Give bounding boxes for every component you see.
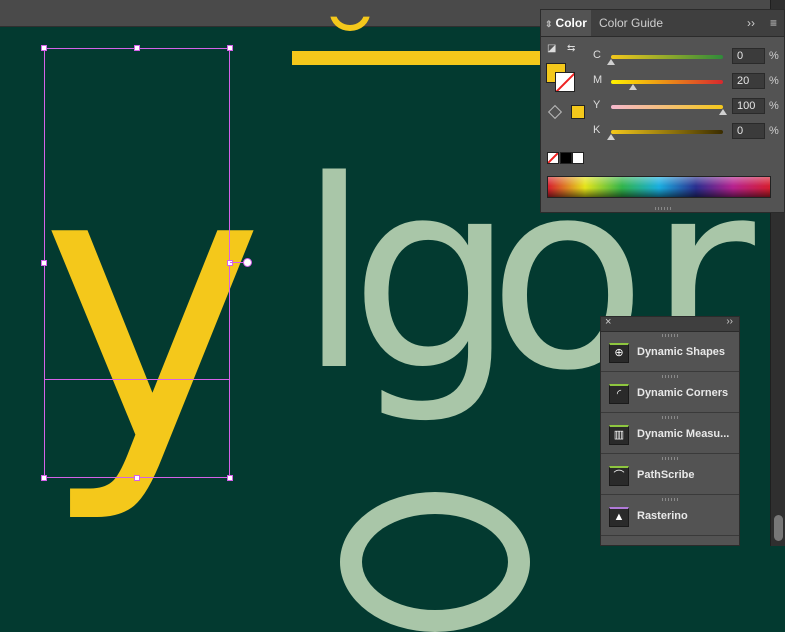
dynamic-corners-icon: ◜ bbox=[609, 384, 629, 404]
updown-arrows-icon: ⇕ bbox=[545, 19, 553, 29]
plugin-item-label: Dynamic Shapes bbox=[637, 346, 726, 358]
black-input[interactable]: 0 bbox=[732, 123, 765, 139]
slider-track-black[interactable] bbox=[611, 130, 723, 134]
handle-middle-right[interactable] bbox=[227, 260, 233, 266]
sage-arc-shape[interactable] bbox=[340, 492, 530, 632]
slider-thumb-magenta[interactable] bbox=[629, 84, 638, 90]
handle-top-center[interactable] bbox=[134, 45, 140, 51]
hamburger-icon[interactable]: ≡ bbox=[770, 10, 777, 36]
slider-label-cyan: C bbox=[593, 49, 601, 61]
plugin-item-label: PathScribe bbox=[637, 469, 695, 481]
dynamic-measure-icon: ▥ bbox=[609, 425, 629, 445]
slider-track-yellow[interactable] bbox=[611, 105, 723, 109]
slider-row-black: K 0 % bbox=[541, 123, 784, 141]
selection-bounding-box[interactable] bbox=[44, 48, 230, 478]
slider-label-magenta: M bbox=[593, 74, 603, 86]
plugin-item-gripper bbox=[662, 416, 680, 419]
plugin-item-gripper bbox=[662, 498, 680, 501]
plugin-item-label: Rasterino bbox=[637, 510, 688, 522]
rasterino-icon: ▲ bbox=[609, 507, 629, 527]
pathscribe-icon: ⌒ bbox=[609, 466, 629, 486]
color-spectrum[interactable] bbox=[547, 176, 771, 198]
color-panel: ⇕ Color Color Guide ›› ≡ ◪ ⇆ C 0 % M 20 %… bbox=[540, 9, 785, 213]
magenta-percent: % bbox=[769, 75, 779, 87]
plugin-item-dynamic-shapes[interactable]: ⊕ Dynamic Shapes bbox=[601, 331, 739, 372]
handle-top-left[interactable] bbox=[41, 45, 47, 51]
dynamic-shapes-icon: ⊕ bbox=[609, 343, 629, 363]
handle-middle-left[interactable] bbox=[41, 260, 47, 266]
plugin-item-dynamic-measure[interactable]: ▥ Dynamic Measu... bbox=[601, 413, 739, 454]
handle-top-right[interactable] bbox=[227, 45, 233, 51]
plugin-item-dynamic-corners[interactable]: ◜ Dynamic Corners bbox=[601, 372, 739, 413]
color-panel-tabbar: ⇕ Color Color Guide ›› ≡ bbox=[541, 10, 784, 37]
tab-color[interactable]: ⇕ Color bbox=[541, 10, 591, 36]
slider-thumb-yellow[interactable] bbox=[719, 109, 727, 115]
white-color-chip[interactable] bbox=[572, 152, 584, 164]
double-chevron-right-icon[interactable]: ›› bbox=[726, 316, 733, 327]
black-percent: % bbox=[769, 125, 779, 137]
handle-bottom-center[interactable] bbox=[134, 475, 140, 481]
handle-connector-line bbox=[230, 262, 244, 263]
slider-row-yellow: Y 100 % bbox=[541, 98, 784, 116]
slider-thumb-black[interactable] bbox=[607, 134, 615, 140]
slider-label-yellow: Y bbox=[593, 99, 601, 111]
plugin-item-gripper bbox=[662, 334, 680, 337]
black-color-chip[interactable] bbox=[560, 152, 572, 164]
slider-row-cyan: C 0 % bbox=[541, 48, 784, 66]
cyan-input[interactable]: 0 bbox=[732, 48, 765, 64]
slider-row-magenta: M 20 % bbox=[541, 73, 784, 91]
slider-thumb-cyan[interactable] bbox=[607, 59, 615, 65]
slider-label-black: K bbox=[593, 124, 601, 136]
yellow-input[interactable]: 100 bbox=[732, 98, 765, 114]
rotate-handle[interactable] bbox=[243, 258, 252, 267]
panel-resize-gripper[interactable] bbox=[655, 207, 673, 210]
yellow-percent: % bbox=[769, 100, 779, 112]
plugin-item-label: Dynamic Measu... bbox=[637, 428, 730, 440]
magenta-input[interactable]: 20 bbox=[732, 73, 765, 89]
text-baseline-guide bbox=[44, 379, 230, 380]
slider-track-magenta[interactable] bbox=[611, 80, 723, 84]
close-icon[interactable]: × bbox=[605, 316, 611, 328]
handle-bottom-left[interactable] bbox=[41, 475, 47, 481]
plugin-item-label: Dynamic Corners bbox=[637, 387, 729, 399]
plugin-item-gripper bbox=[662, 457, 680, 460]
plugin-panel-header: × ›› bbox=[601, 316, 739, 332]
slider-track-cyan[interactable] bbox=[611, 55, 723, 59]
plugin-item-rasterino[interactable]: ▲ Rasterino bbox=[601, 495, 739, 536]
yellow-bar-shape[interactable] bbox=[292, 51, 542, 65]
double-chevron-right-icon[interactable]: ›› bbox=[747, 10, 755, 36]
handle-bottom-right[interactable] bbox=[227, 475, 233, 481]
cyan-percent: % bbox=[769, 50, 779, 62]
none-color-chip[interactable] bbox=[547, 152, 559, 164]
plugin-item-gripper bbox=[662, 375, 680, 378]
plugin-panel: × ›› ⊕ Dynamic Shapes ◜ Dynamic Corners … bbox=[600, 316, 740, 546]
scrollbar-thumb[interactable] bbox=[774, 515, 783, 541]
plugin-item-pathscribe[interactable]: ⌒ PathScribe bbox=[601, 454, 739, 495]
tab-color-guide[interactable]: Color Guide bbox=[593, 10, 669, 36]
